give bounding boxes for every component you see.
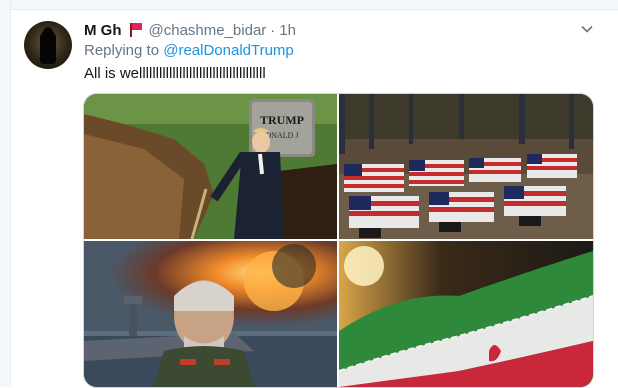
media-grid: TRUMP ONALD J: [83, 93, 594, 388]
media-photo-4[interactable]: [339, 241, 593, 387]
reply-prefix: Replying to: [84, 42, 160, 59]
red-flag-icon: [129, 22, 143, 38]
svg-text:TRUMP: TRUMP: [260, 113, 304, 127]
coffins-image: [339, 94, 593, 239]
timeline-left-border: [0, 0, 11, 387]
avatar[interactable]: [24, 21, 72, 69]
separator-dot: ·: [270, 21, 276, 39]
avatar-figure: [40, 30, 56, 64]
media-photo-2[interactable]: [339, 94, 593, 239]
timeline-top-border: [0, 0, 618, 10]
tweet-text: All is welllllllllllllllllllllllllllllll…: [84, 65, 266, 82]
svg-text:ONALD J: ONALD J: [265, 131, 298, 140]
grave-scene-image: TRUMP ONALD J: [84, 94, 337, 239]
timestamp[interactable]: 1h: [279, 22, 296, 39]
tweet-header: M Gh @chashme_bidar · 1h: [84, 20, 296, 40]
media-photo-1[interactable]: TRUMP ONALD J: [84, 94, 337, 239]
reply-mention-link[interactable]: @realDonaldTrump: [163, 42, 294, 59]
iran-flag-image: [339, 241, 593, 387]
carrier-fire-image: [84, 241, 337, 387]
reply-context: Replying to @realDonaldTrump: [84, 42, 294, 59]
user-handle[interactable]: @chashme_bidar: [149, 22, 267, 39]
media-photo-3[interactable]: [84, 241, 337, 387]
chevron-down-icon[interactable]: [580, 22, 594, 36]
display-name[interactable]: M Gh: [84, 22, 122, 39]
